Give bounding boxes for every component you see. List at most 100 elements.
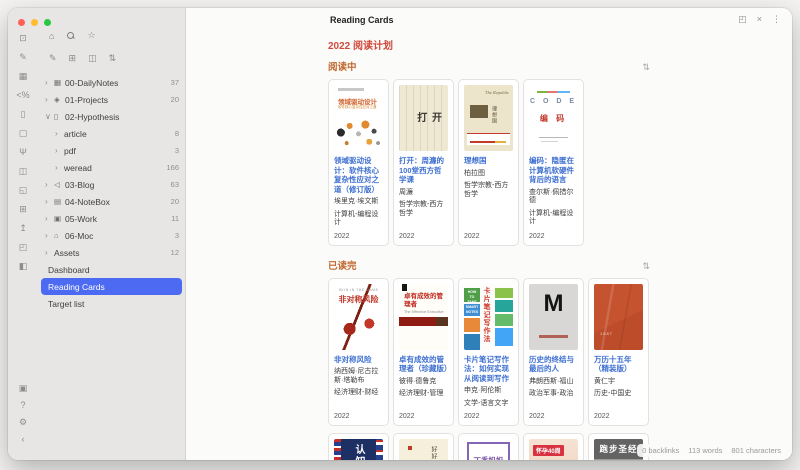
book-card[interactable]: 1587 万历十五年（精装版） 黄仁宇 历史-中国史 2022	[588, 277, 649, 426]
templater-icon[interactable]: <%	[16, 91, 29, 100]
tree-item-assets[interactable]: › Assets 12	[38, 244, 185, 261]
book-title-link[interactable]: 非对称风险	[334, 355, 383, 365]
cover-text: 怀孕40周	[533, 445, 564, 456]
tree-item-label: Reading Cards	[48, 281, 105, 292]
vault-switcher-icon[interactable]: ▣	[19, 384, 28, 393]
book-year: 2022	[594, 413, 610, 420]
tree-item-03-blog[interactable]: › ◁ 03-Blog 63	[38, 176, 185, 193]
cover-text: 卓有成效的管理者	[404, 292, 443, 308]
book-card[interactable]: M 历史的终结与最后的人 弗朗西斯·福山 政治军事-政治 2022	[523, 277, 584, 426]
book-category: 政治军事-政治	[529, 390, 574, 397]
book-author: 黄仁宇	[594, 377, 615, 385]
book-title-link[interactable]: 卡片笔记写作法：如何实现从阅读到写作	[464, 355, 513, 384]
book-title-link[interactable]: 历史的终结与最后的人	[529, 355, 578, 374]
tree-item-05-work[interactable]: › ▣ 05-Work 11	[38, 210, 185, 227]
book-card[interactable]: 卓有成效的管理者 The Effective Executive 卓有成效的管理者（…	[393, 277, 454, 426]
section-heading: 已读完	[328, 260, 357, 272]
book-title-link[interactable]: 领域驱动设计：软件核心复杂性应对之道（修订版）	[334, 156, 383, 194]
tree-item-target-list[interactable]: Target list	[38, 295, 185, 312]
book-card[interactable]: HOW TO TAKE SMART NOTES 卡片笔记写作法 卡片笔记写作法：如何…	[458, 277, 519, 426]
book-cover-image: 怀孕40周	[529, 439, 578, 460]
section-heading: 阅读中	[328, 62, 357, 73]
tree-item-label: pdf	[64, 145, 76, 156]
book-card[interactable]: 认知觉醒	[328, 433, 389, 460]
close-pane-icon[interactable]: ×	[757, 14, 762, 25]
app-window: ⊡ ✎ ▦ <% ▯ ▢ Ψ ◫ ◱ ⊞ ↥ ◰ ◧ ▣? ⚙ ‹ ⌂ ☆ ✎ ⊞ ◫ ⇅ › ▦ 00-DailyNo…	[8, 8, 792, 460]
book-cover-image: M	[529, 283, 578, 350]
collapse-sidebar-icon[interactable]: ‹	[21, 435, 24, 444]
book-title-link[interactable]: 卓有成效的管理者（珍藏版）	[399, 355, 452, 374]
tree-item-pdf[interactable]: › pdf 3	[38, 142, 185, 159]
close-button[interactable]	[18, 19, 25, 26]
book-card[interactable]: C O D E 编 码编码：隐匿在计算机软硬件背后的语言 查尔斯·佩措尔德 计算机-编…	[523, 79, 584, 246]
publish-upload-icon[interactable]: ↥	[19, 224, 27, 233]
book-card[interactable]: The Republic 理想国 理想国 柏拉图 哲学宗教-西方哲学 2022	[458, 79, 519, 246]
book-title-link[interactable]: 编码：隐匿在计算机软硬件背后的语言	[529, 156, 578, 185]
tree-item-01-projects[interactable]: › ◈ 01-Projects 20	[38, 91, 185, 108]
new-note-icon[interactable]: ✎	[49, 53, 57, 64]
book-cover-image: 认知觉醒	[334, 439, 383, 460]
command-grid-icon[interactable]: ⊞	[19, 205, 27, 214]
bookmarks-star-icon[interactable]: ☆	[87, 30, 95, 41]
book-author: 柏拉图	[464, 169, 485, 177]
tree-item-00-dailynotes[interactable]: › ▦ 00-DailyNotes 37	[38, 74, 185, 91]
sort-order-icon[interactable]: ⇅	[109, 53, 117, 64]
search-icon[interactable]	[67, 32, 75, 39]
book-title-link[interactable]: 理想国	[464, 156, 513, 166]
folder-icon: ◈	[54, 95, 60, 104]
section-header: 已读完 ⇅	[328, 258, 650, 272]
tree-item-dashboard[interactable]: Dashboard	[38, 261, 185, 278]
tree-item-06-moc[interactable]: › ⌂ 06-Moc 3	[38, 227, 185, 244]
note-count: 63	[170, 180, 179, 189]
new-file-icon[interactable]: ▢	[19, 129, 28, 138]
book-author: 彼得·德鲁克	[399, 377, 437, 385]
minimize-button[interactable]	[31, 19, 38, 26]
book-card[interactable]: 怀孕40周	[523, 433, 584, 460]
collapse-all-icon[interactable]: ◫	[88, 53, 97, 64]
book-card[interactable]: 打 开打开：周濂的100堂西方哲学课 周濂 哲学宗教-西方哲学 2022	[393, 79, 454, 246]
tree-item-reading-cards[interactable]: Reading Cards	[41, 278, 182, 295]
presentation-icon[interactable]: ◱	[19, 186, 28, 195]
chevron-icon: ›	[45, 95, 48, 104]
reading-book-icon[interactable]: ▯	[21, 110, 26, 119]
book-card[interactable]: 领域驱动设计 软件核心复杂性应对之道 领域驱动设计：软件核心复杂性应对之道（修订版）…	[328, 79, 389, 246]
layout-icon[interactable]: ◧	[19, 262, 28, 271]
home-icon[interactable]: ⌂	[49, 31, 54, 41]
graph-branch-icon[interactable]: Ψ	[19, 148, 27, 157]
book-category: 哲学宗教-西方哲学	[464, 182, 509, 198]
canvas-icon[interactable]: ◰	[19, 243, 28, 252]
kanban-icon[interactable]: ◫	[19, 167, 28, 176]
sort-icon[interactable]: ⇅	[642, 261, 650, 272]
daily-note-icon[interactable]: ▦	[19, 72, 28, 81]
tree-item-article[interactable]: › article 8	[38, 125, 185, 142]
book-card[interactable]: 丁香妈妈科学养育	[458, 433, 519, 460]
zoom-button[interactable]	[44, 19, 51, 26]
settings-gear-icon[interactable]: ⚙	[19, 418, 27, 427]
book-cover-image: 好好生活	[399, 439, 448, 460]
book-cover-image: 卓有成效的管理者 The Effective Executive	[399, 283, 448, 350]
book-cover-image: C O D E 编 码	[529, 85, 578, 151]
tree-item-weread[interactable]: › weread 166	[38, 159, 185, 176]
more-options-icon[interactable]: ⋮	[772, 14, 781, 25]
book-author: 周濂	[399, 188, 413, 196]
tree-item-04-notebox[interactable]: › ▤ 04-NoteBox 20	[38, 193, 185, 210]
new-folder-icon[interactable]: ⊞	[69, 53, 77, 64]
book-title-link[interactable]: 打开：周濂的100堂西方哲学课	[399, 156, 448, 185]
tree-item-label: Target list	[48, 298, 85, 309]
book-title-link[interactable]: 万历十五年（精装版）	[594, 355, 643, 374]
note-count: 37	[170, 78, 179, 87]
book-year: 2022	[399, 413, 415, 420]
chevron-icon: ›	[55, 129, 58, 138]
help-icon[interactable]: ?	[20, 401, 25, 410]
tree-item-02-hypothesis[interactable]: ∨ ▯ 02-Hypothesis	[38, 108, 185, 125]
graph-pen-icon[interactable]: ✎	[19, 53, 27, 62]
sort-icon[interactable]: ⇅	[642, 62, 650, 73]
quick-switcher-icon[interactable]: ⊡	[19, 34, 27, 43]
book-card[interactable]: SKIN IN THE GAME 非对称风险 非对称风险 纳西姆·尼古拉斯·塔勒布 经济…	[328, 277, 389, 426]
backlink-count: 0 backlinks	[642, 446, 680, 455]
cover-text: The Republic	[485, 90, 509, 95]
tree-item-label: 03-Blog	[65, 179, 95, 190]
reading-view-icon[interactable]: ◰	[738, 14, 747, 25]
book-year: 2022	[334, 413, 350, 420]
book-card[interactable]: 好好生活	[393, 433, 454, 460]
